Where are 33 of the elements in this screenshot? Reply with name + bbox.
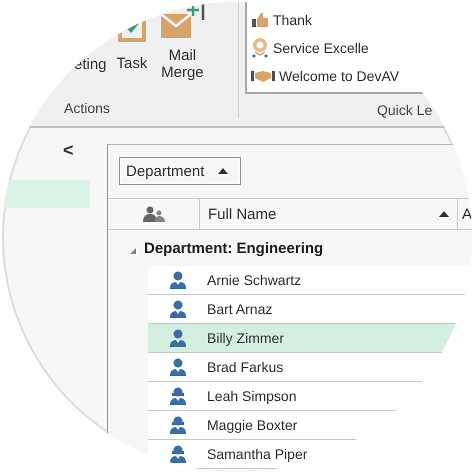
man-icon [168, 329, 186, 347]
mail-merge-icon [159, 2, 206, 40]
ribbon-button[interactable]: Mail Merge [157, 2, 208, 81]
group-title: Department: Engineering [144, 240, 324, 256]
man-icon [168, 300, 186, 318]
table-cell: Maggie Boxter [207, 417, 298, 433]
grid-row[interactable]: Arnie Schwartz [148, 266, 472, 295]
woman-icon [168, 416, 186, 434]
column-header[interactable]: A [457, 199, 472, 229]
table-cell: Billy Zimmer [207, 330, 284, 346]
woman-icon [168, 445, 186, 463]
group-row[interactable]: Department: Engineering [108, 230, 472, 266]
table-cell: Samantha Piper [207, 446, 308, 462]
table-cell: Brad Farkus [207, 359, 284, 375]
man-icon [168, 271, 186, 289]
medal-icon [251, 37, 269, 59]
people-icon [142, 206, 164, 222]
ribbon-button[interactable]: Task [116, 2, 148, 72]
gallery-item[interactable]: Welcome to DevAV [251, 62, 472, 90]
table-cell: Leah Simpson [207, 388, 297, 404]
collapse-button[interactable]: < [2, 140, 107, 180]
table-cell: Arnie Schwartz [207, 272, 302, 288]
group-label: Quick Le [376, 101, 434, 118]
thumbs-up-icon [251, 12, 269, 28]
man-icon [168, 358, 186, 376]
column-header[interactable]: Full Name [199, 199, 457, 229]
gallery-item[interactable]: Service Excelle [251, 34, 472, 62]
group-label: Actions [63, 99, 111, 116]
group-by-button[interactable]: Department [119, 157, 242, 185]
gallery-item[interactable]: Thank [251, 6, 472, 34]
woman-icon [168, 387, 186, 405]
table-cell: Bart Arnaz [207, 301, 272, 317]
handshake-icon [251, 69, 275, 83]
